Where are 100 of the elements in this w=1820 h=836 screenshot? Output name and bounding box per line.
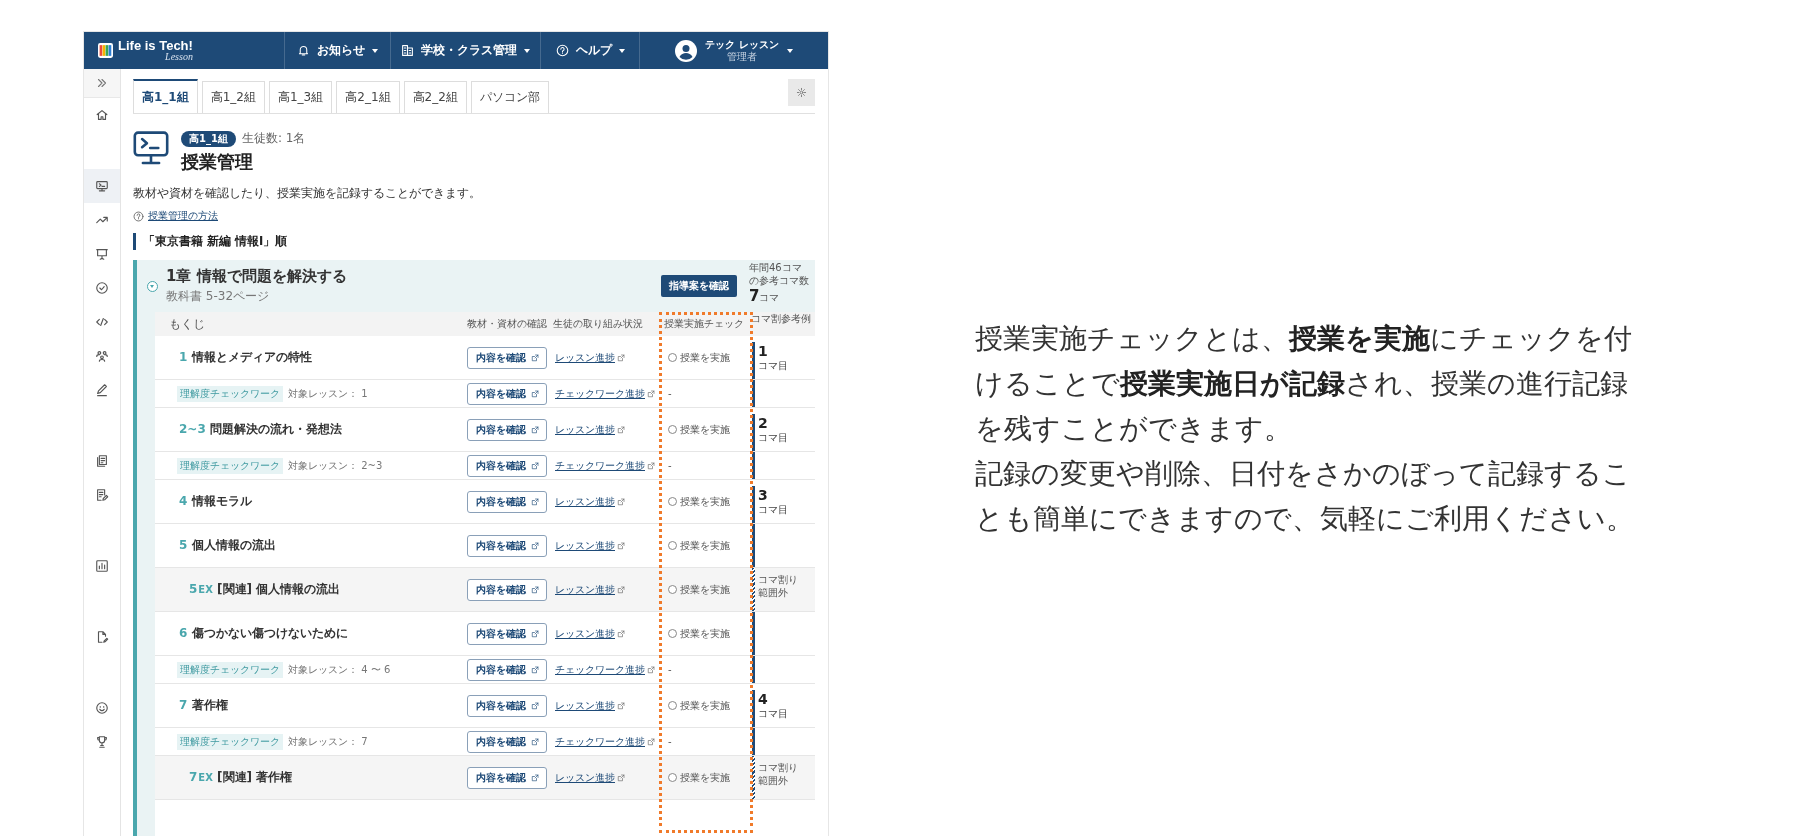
external-link-icon (530, 629, 539, 638)
view-content-button[interactable]: 内容を確認 (467, 382, 547, 405)
logo-text: Life is Tech! (118, 39, 193, 52)
lesson-title: 5 個人情報の流出 (179, 537, 276, 554)
done-radio[interactable]: 授業を実施 (668, 422, 730, 437)
logo-subtext: Lesson (165, 52, 193, 62)
home-icon (95, 108, 109, 122)
progress-link[interactable]: レッスン進捗 (555, 698, 615, 713)
view-content-button[interactable]: 内容を確認 (467, 578, 547, 601)
check-empty-text: - (668, 460, 672, 471)
user-role: 管理者 (727, 50, 757, 62)
view-content-button[interactable]: 内容を確認 (467, 346, 547, 369)
koma-count: 7 (749, 287, 760, 305)
view-content-button[interactable]: 内容を確認 (467, 730, 547, 753)
external-link-icon (530, 773, 539, 782)
view-content-button[interactable]: 内容を確認 (467, 454, 547, 477)
progress-link[interactable]: レッスン進捗 (555, 770, 615, 785)
worksheet-tag: 理解度チェックワーク (177, 733, 283, 750)
done-radio[interactable]: 授業を実施 (668, 770, 730, 785)
external-link-icon (530, 585, 539, 594)
bell-icon (297, 44, 310, 57)
settings-button[interactable] (788, 79, 815, 106)
view-content-button[interactable]: 内容を確認 (467, 490, 547, 513)
target-lessons: 対象レッスン： 7 (288, 734, 368, 749)
progress-link[interactable]: レッスン進捗 (555, 582, 615, 597)
guide-button[interactable]: 指導案を確認 (661, 275, 737, 297)
trophy-icon (95, 735, 109, 749)
class-tab[interactable]: 高1_2組 (201, 81, 265, 113)
sidebar-item[interactable] (84, 169, 120, 203)
progress-link[interactable]: チェックワーク進捗 (555, 662, 645, 677)
bar-chart-icon (95, 559, 109, 573)
view-content-button[interactable]: 内容を確認 (467, 658, 547, 681)
logo-mark-icon (98, 43, 113, 58)
koma-note: コマ割り範囲外 (758, 761, 799, 787)
view-content-button[interactable]: 内容を確認 (467, 534, 547, 557)
done-radio[interactable]: 授業を実施 (668, 538, 730, 553)
external-link-icon (530, 353, 539, 362)
settings-icon (796, 87, 807, 98)
nav-menu-button[interactable]: 学校・クラス管理 (390, 32, 540, 69)
external-link-icon (647, 461, 655, 470)
column-header: もくじ (168, 315, 206, 333)
avatar-icon (675, 39, 698, 62)
section-heading: 「東京書籍 新編 情報I」順 (133, 233, 815, 250)
koma-number: 2 (758, 415, 769, 432)
progress-link[interactable]: チェックワーク進捗 (555, 734, 645, 749)
external-link-icon (617, 425, 625, 434)
progress-link[interactable]: レッスン進捗 (555, 422, 615, 437)
class-tab[interactable]: 高1_1組 (133, 79, 198, 113)
class-tab[interactable]: パソコン部 (470, 81, 549, 113)
progress-link[interactable]: レッスン進捗 (555, 626, 615, 641)
koma-unit: コマ目 (758, 359, 788, 372)
worksheet-tag: 理解度チェックワーク (177, 457, 283, 474)
lesson-title: 2~3 問題解決の流れ・発想法 (179, 421, 342, 438)
progress-link[interactable]: レッスン進捗 (555, 494, 615, 509)
progress-link[interactable]: レッスン進捗 (555, 350, 615, 365)
lesson-title: 6 傷つかない傷つけないために (179, 625, 348, 642)
people-icon (95, 349, 109, 363)
help-icon (555, 44, 569, 57)
expand-toggle[interactable] (147, 280, 158, 292)
chapter-pages: 教科書 5-32ページ (166, 288, 271, 305)
nav-menu-button[interactable]: お知らせ (284, 32, 390, 69)
done-radio[interactable]: 授業を実施 (668, 582, 730, 597)
koma-note: コマ割り範囲外 (758, 573, 799, 599)
note-paragraph: 授業実施チェックとは、授業を実施にチェックを付けることで授業実施日が記録され、授業の進行記録を残すことができます。 (975, 321, 1633, 446)
done-radio[interactable]: 授業を実施 (668, 494, 730, 509)
document-pencil-icon (95, 488, 109, 502)
done-radio[interactable]: 授業を実施 (668, 350, 730, 365)
column-header: 授業実施チェック (663, 317, 745, 331)
external-link-icon (647, 389, 655, 398)
external-link-icon (530, 665, 539, 674)
external-link-icon (530, 497, 539, 506)
done-radio[interactable]: 授業を実施 (668, 698, 730, 713)
koma-number: 3 (758, 487, 769, 504)
sidebar-expand-button[interactable] (84, 69, 120, 98)
external-link-icon (617, 497, 625, 506)
view-content-button[interactable]: 内容を確認 (467, 418, 547, 441)
progress-link[interactable]: レッスン進捗 (555, 538, 615, 553)
class-tab[interactable]: 高2_2組 (403, 81, 467, 113)
koma-unit: コマ目 (758, 503, 788, 516)
check-empty-text: - (668, 664, 672, 675)
lesson-title: 7EX [関連] 著作権 (189, 769, 293, 786)
user-menu-button[interactable]: テック レッスン 管理者 (639, 32, 828, 69)
view-content-button[interactable]: 内容を確認 (467, 766, 547, 789)
external-link-icon (530, 461, 539, 470)
nav-menu-button[interactable]: ヘルプ (540, 32, 639, 69)
view-content-button[interactable]: 内容を確認 (467, 622, 547, 645)
external-link-icon (617, 353, 625, 362)
view-content-button[interactable]: 内容を確認 (467, 694, 547, 717)
column-header: 教材・資材の確認 (467, 317, 548, 331)
caret-icon (618, 48, 625, 53)
class-tab[interactable]: 高2_1組 (336, 81, 400, 113)
progress-link[interactable]: チェックワーク進捗 (555, 386, 645, 401)
progress-link[interactable]: チェックワーク進捗 (555, 458, 645, 473)
worksheet-tag: 理解度チェックワーク (177, 661, 283, 678)
help-link[interactable]: 授業管理の方法 (148, 209, 218, 223)
external-link-icon (530, 737, 539, 746)
caret-icon (524, 48, 530, 53)
class-tab[interactable]: 高1_3組 (269, 81, 333, 113)
external-link-icon (617, 701, 625, 710)
done-radio[interactable]: 授業を実施 (668, 626, 730, 641)
